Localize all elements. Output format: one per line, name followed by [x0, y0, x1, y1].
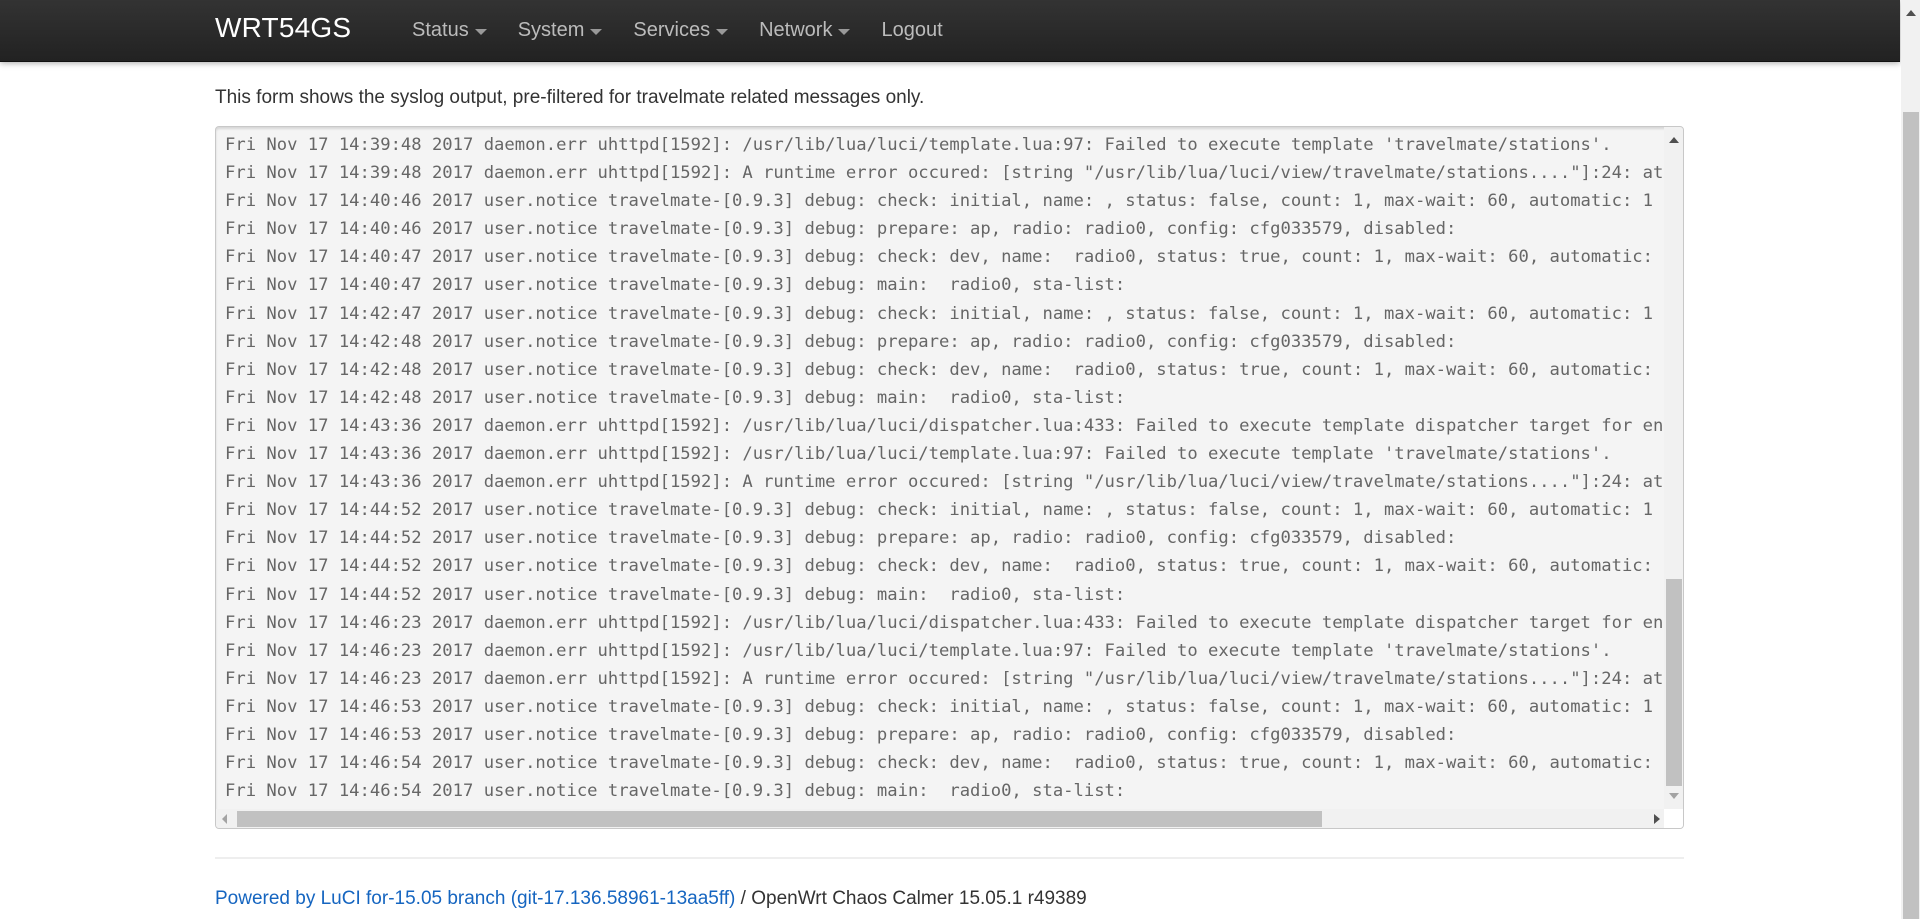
nav-item-system[interactable]: System [518, 19, 603, 42]
log-line: Fri Nov 17 14:44:52 2017 user.notice tra… [225, 556, 1665, 577]
log-line: Fri Nov 17 14:46:23 2017 daemon.err uhtt… [225, 612, 1665, 633]
horizontal-scroll-thumb[interactable] [237, 811, 1322, 827]
log-line: Fri Nov 17 14:40:47 2017 user.notice tra… [225, 275, 1126, 296]
vertical-scroll-thumb[interactable] [1666, 579, 1682, 786]
horizontal-scrollbar[interactable] [216, 809, 1666, 828]
caret-down-icon [590, 29, 603, 35]
scroll-right-icon[interactable] [1654, 814, 1660, 824]
nav-item-label: Logout [881, 19, 943, 41]
footer: Powered by LuCI for-15.05 branch (git-17… [215, 888, 1087, 910]
scroll-left-icon[interactable] [222, 814, 227, 824]
log-line: Fri Nov 17 14:43:36 2017 daemon.err uhtt… [225, 444, 1612, 465]
caret-down-icon [838, 29, 851, 35]
log-line: Fri Nov 17 14:40:47 2017 user.notice tra… [225, 247, 1665, 268]
nav-item-label: Status [412, 19, 469, 41]
scroll-up-icon[interactable] [1906, 10, 1916, 16]
log-line: Fri Nov 17 14:39:48 2017 daemon.err uhtt… [225, 135, 1612, 155]
scrollbar-corner [1664, 809, 1683, 828]
log-line: Fri Nov 17 14:39:48 2017 daemon.err uhtt… [225, 163, 1665, 184]
footer-separator: / [735, 888, 752, 909]
log-line: Fri Nov 17 14:43:36 2017 daemon.err uhtt… [225, 472, 1665, 493]
log-line: Fri Nov 17 14:44:52 2017 user.notice tra… [225, 500, 1653, 521]
log-line: Fri Nov 17 14:46:23 2017 daemon.err uhtt… [225, 640, 1612, 661]
log-line: Fri Nov 17 14:46:54 2017 user.notice tra… [225, 753, 1665, 774]
top-navbar: WRT54GS Status System Services Network L… [0, 0, 1900, 62]
log-line: Fri Nov 17 14:42:48 2017 user.notice tra… [225, 331, 1457, 352]
log-line: Fri Nov 17 14:46:54 2017 user.notice tra… [225, 781, 1126, 799]
log-line: Fri Nov 17 14:46:53 2017 user.notice tra… [225, 696, 1653, 717]
luci-version-link[interactable]: Powered by LuCI for-15.05 branch (git-17… [215, 888, 735, 909]
log-line: Fri Nov 17 14:44:52 2017 user.notice tra… [225, 528, 1457, 549]
log-lines: Fri Nov 17 14:39:48 2017 daemon.err uhtt… [225, 131, 1665, 799]
page-scroll-thumb[interactable] [1903, 112, 1919, 919]
nav-item-label: Network [759, 19, 833, 41]
log-line: Fri Nov 17 14:44:52 2017 user.notice tra… [225, 584, 1126, 605]
log-line: Fri Nov 17 14:42:48 2017 user.notice tra… [225, 359, 1665, 380]
log-line: Fri Nov 17 14:46:23 2017 daemon.err uhtt… [225, 668, 1665, 689]
log-line: Fri Nov 17 14:43:36 2017 daemon.err uhtt… [225, 415, 1665, 436]
nav-menu: Status System Services Network Logout [412, 19, 974, 42]
openwrt-version: OpenWrt Chaos Calmer 15.05.1 r49389 [751, 888, 1087, 909]
nav-item-label: Services [633, 19, 711, 41]
log-line: Fri Nov 17 14:40:46 2017 user.notice tra… [225, 219, 1457, 240]
log-line: Fri Nov 17 14:42:47 2017 user.notice tra… [225, 303, 1653, 324]
page-scrollbar[interactable] [1901, 0, 1920, 919]
caret-down-icon [474, 29, 487, 35]
brand-logo[interactable]: WRT54GS [215, 12, 351, 44]
nav-item-status[interactable]: Status [412, 19, 487, 42]
vertical-scrollbar[interactable] [1664, 127, 1683, 811]
caret-down-icon [716, 29, 729, 35]
nav-item-label: System [517, 19, 585, 41]
log-line: Fri Nov 17 14:40:46 2017 user.notice tra… [225, 191, 1653, 212]
nav-item-services[interactable]: Services [633, 19, 729, 42]
nav-item-network[interactable]: Network [759, 19, 851, 42]
footer-divider [215, 857, 1684, 859]
nav-item-logout[interactable]: Logout [881, 19, 942, 42]
log-line: Fri Nov 17 14:42:48 2017 user.notice tra… [225, 387, 1126, 408]
log-line: Fri Nov 17 14:46:53 2017 user.notice tra… [225, 724, 1457, 745]
scroll-down-icon[interactable] [1669, 793, 1679, 799]
scroll-up-icon[interactable] [1669, 137, 1679, 143]
page-description: This form shows the syslog output, pre-f… [215, 87, 925, 108]
syslog-textarea[interactable]: Fri Nov 17 14:39:48 2017 daemon.err uhtt… [215, 126, 1684, 829]
